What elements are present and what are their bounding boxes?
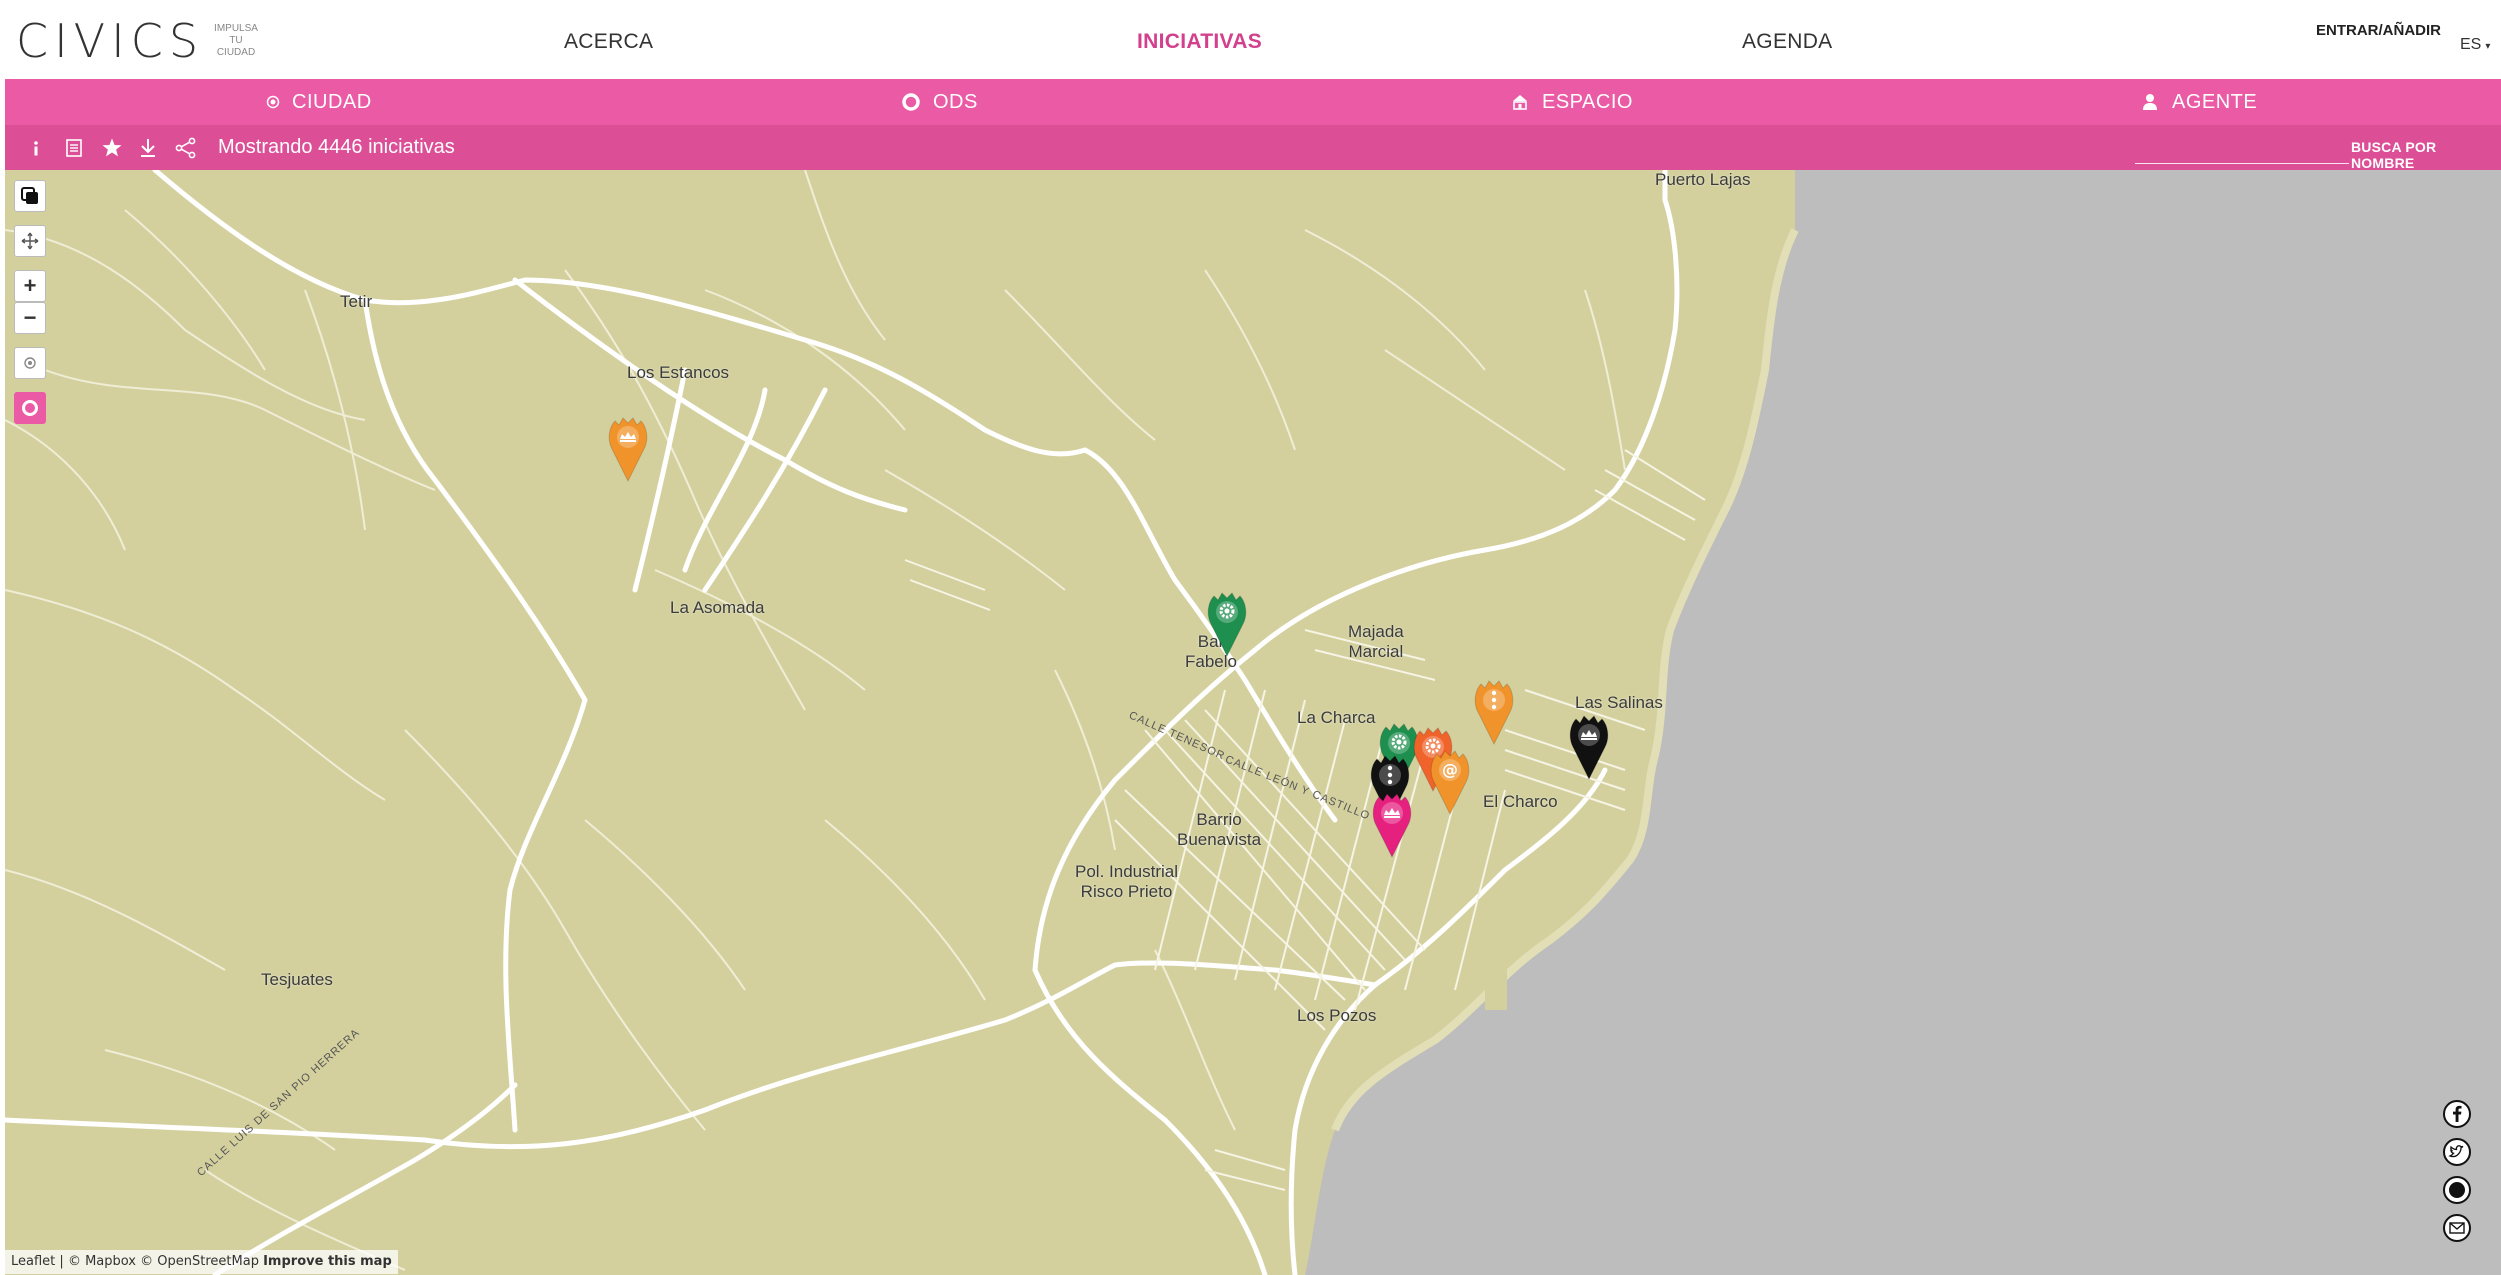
svg-text:@: @ [1442, 760, 1458, 779]
download-icon[interactable] [138, 125, 158, 170]
zoom-in-icon[interactable]: + [14, 270, 46, 302]
locate-icon[interactable] [14, 347, 46, 379]
place-label: El Charco [1483, 792, 1558, 811]
place-label: Barrio Buenavista [1177, 810, 1262, 849]
civics-logo[interactable]: CIVICS IMPULSA TU CIUDAD [16, 14, 258, 68]
language-value: ES [2460, 36, 2482, 53]
ring-toggle-icon[interactable] [14, 392, 46, 424]
attribution-separator: | [59, 1254, 64, 1269]
star-icon[interactable] [101, 125, 123, 170]
share-icon[interactable] [175, 125, 197, 170]
logo-tagline-line: CIUDAD [216, 47, 256, 58]
place-label: La Asomada [670, 598, 765, 617]
filter-ciudad[interactable]: CIUDAD [266, 79, 372, 125]
improve-map-link[interactable]: Improve this map [263, 1254, 392, 1269]
logo-word: CIVICS [16, 14, 205, 68]
place-label: Los Pozos [1297, 1006, 1377, 1025]
map-view[interactable]: Puerto Lajas Tetir Los Estancos La Asoma… [5, 170, 2501, 1275]
initiative-marker[interactable] [1564, 713, 1614, 783]
twitter-icon[interactable] [2442, 1137, 2472, 1167]
place-label: Los Estancos [627, 363, 730, 382]
filter-bar: CIUDAD ODS ESPACIO AGENTE [5, 79, 2501, 125]
osm-link[interactable]: © OpenStreetMap [140, 1254, 259, 1269]
filter-label: CIUDAD [292, 90, 372, 113]
layers-icon[interactable] [14, 180, 46, 212]
place-label: Majada Marcial [1348, 622, 1404, 661]
initiative-marker[interactable] [1367, 791, 1417, 861]
dot-circle-icon [266, 95, 280, 109]
initiative-marker[interactable] [603, 415, 653, 485]
ring-icon [901, 92, 921, 112]
top-header: CIVICS IMPULSA TU CIUDAD ACERCA INICIATI… [0, 0, 2501, 79]
place-label: Las Salinas [1575, 693, 1663, 712]
leaflet-link[interactable]: Leaflet [11, 1254, 55, 1269]
nav-iniciativas[interactable]: INICIATIVAS [1137, 30, 1262, 54]
filter-label: AGENTE [2172, 90, 2258, 113]
filter-ods[interactable]: ODS [901, 79, 978, 125]
search-by-name-label[interactable]: BUSCA POR NOMBRE [2351, 139, 2501, 171]
list-icon[interactable] [65, 125, 83, 170]
language-selector[interactable]: ES ▾ [2460, 36, 2490, 54]
nav-agenda[interactable]: AGENDA [1742, 30, 1833, 54]
initiatives-count: Mostrando 4446 iniciativas [218, 136, 455, 158]
building-icon [1510, 92, 1530, 112]
initiative-marker[interactable]: @ [1425, 748, 1475, 818]
initiative-marker[interactable] [1469, 678, 1519, 748]
move-icon[interactable] [14, 225, 46, 257]
filter-espacio[interactable]: ESPACIO [1510, 79, 1633, 125]
initiative-marker[interactable] [1202, 590, 1252, 660]
instagram-icon[interactable] [2442, 1175, 2472, 1205]
chevron-down-icon: ▾ [2485, 41, 2491, 52]
person-icon [2140, 92, 2160, 112]
map-attribution: Leaflet | © Mapbox © OpenStreetMap Impro… [5, 1250, 398, 1274]
filter-agente[interactable]: AGENTE [2140, 79, 2257, 125]
map-base-layer [5, 170, 2501, 1275]
filter-label: ODS [933, 90, 978, 113]
info-icon[interactable] [29, 125, 43, 170]
email-icon[interactable] [2442, 1213, 2472, 1243]
place-label: Tesjuates [261, 970, 333, 989]
logo-tagline-line: TU [229, 35, 243, 46]
logo-tagline: IMPULSA TU CIUDAD [214, 23, 258, 59]
mapbox-link[interactable]: © Mapbox [68, 1254, 136, 1269]
place-label: Pol. Industrial Risco Prieto [1075, 862, 1178, 901]
place-label: Puerto Lajas [1655, 170, 1751, 189]
place-label: La Charca [1297, 708, 1376, 727]
facebook-icon[interactable] [2442, 1099, 2472, 1129]
zoom-out-icon[interactable]: − [14, 302, 46, 334]
toolbar: Mostrando 4446 iniciativas BUSCA POR NOM… [5, 125, 2501, 171]
search-by-name-input[interactable] [2135, 139, 2349, 164]
logo-tagline-line: IMPULSA [214, 23, 258, 34]
filter-label: ESPACIO [1542, 90, 1633, 113]
place-label: Tetir [340, 292, 373, 311]
login-add-link[interactable]: ENTRAR/AÑADIR [2316, 22, 2441, 39]
nav-acerca[interactable]: ACERCA [564, 30, 653, 54]
harbor-pier [1485, 890, 1507, 1010]
